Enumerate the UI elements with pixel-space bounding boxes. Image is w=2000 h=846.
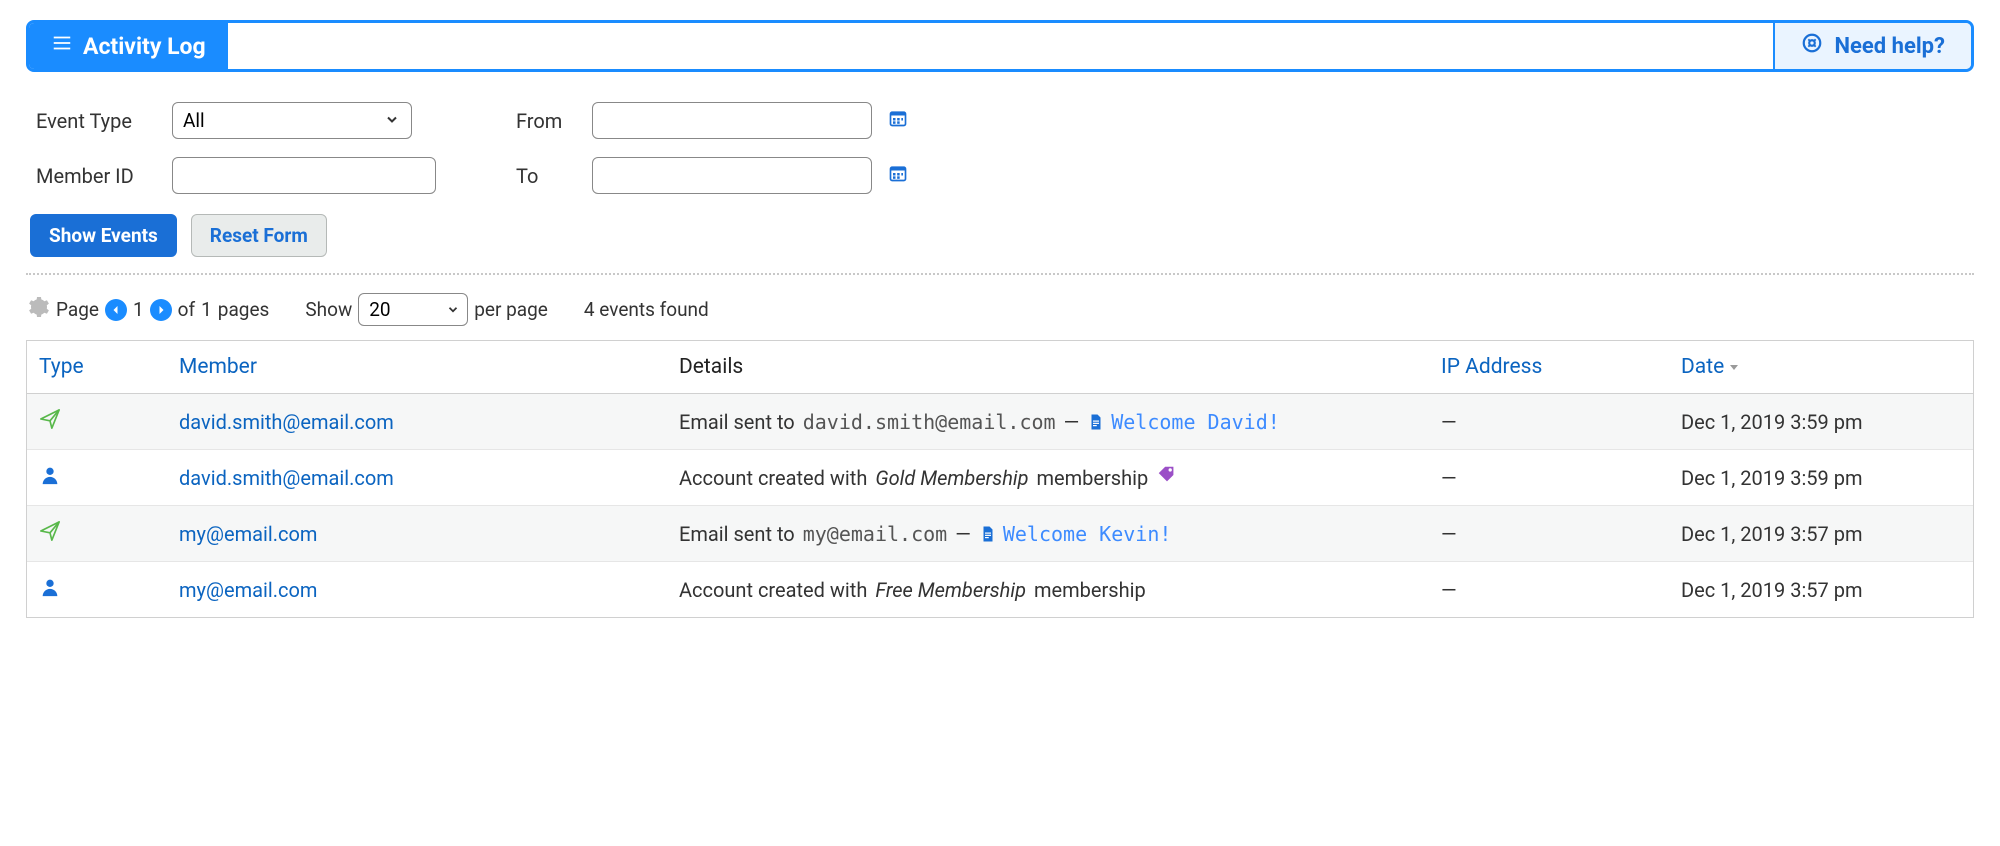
button-row: Show Events Reset Form <box>30 214 1974 257</box>
pages-of: of <box>178 298 195 321</box>
date-cell: Dec 1, 2019 3:57 pm <box>1681 578 1961 602</box>
details-cell: Email sent to david.smith@email.com — Welco… <box>679 410 1441 434</box>
detail-text: Account created with <box>679 466 867 490</box>
membership-name: Free Membership <box>875 578 1026 602</box>
page-title: Activity Log <box>83 33 206 60</box>
date-cell: Dec 1, 2019 3:57 pm <box>1681 522 1961 546</box>
table-row: my@email.comEmail sent tomy@email.com—We… <box>27 505 1973 561</box>
reset-form-button[interactable]: Reset Form <box>191 214 327 257</box>
email-subject-link[interactable]: Welcome Kevin! <box>979 522 1172 546</box>
per-page-select[interactable]: 20 <box>358 293 468 326</box>
help-button[interactable]: Need help? <box>1773 23 1971 69</box>
detail-text: Email sent to <box>679 410 795 434</box>
email-address: my@email.com <box>803 522 948 546</box>
ip-cell: — <box>1441 522 1681 546</box>
details-cell: Email sent to my@email.com — Welcome Kevin! <box>679 522 1441 546</box>
tag-icon <box>1156 464 1178 491</box>
header-spacer <box>228 23 1773 69</box>
page-word: Page <box>56 298 99 321</box>
details-cell: Account created with Gold Membership mem… <box>679 464 1441 491</box>
member-id-input[interactable] <box>172 157 436 194</box>
email-subject-link[interactable]: Welcome David! <box>1087 410 1280 434</box>
to-date-input[interactable] <box>592 157 872 194</box>
col-member[interactable]: Member <box>179 355 679 379</box>
email-address: david.smith@email.com <box>803 410 1056 434</box>
col-date[interactable]: Date <box>1681 355 1961 379</box>
member-link[interactable]: my@email.com <box>179 522 679 546</box>
table-row: my@email.comAccount created with Free Me… <box>27 561 1973 617</box>
help-label: Need help? <box>1835 34 1945 59</box>
send-icon <box>39 408 179 435</box>
date-cell: Dec 1, 2019 3:59 pm <box>1681 410 1961 434</box>
pages-total: 1 <box>201 298 212 321</box>
date-cell: Dec 1, 2019 3:59 pm <box>1681 466 1961 490</box>
to-label: To <box>516 164 576 188</box>
member-link[interactable]: my@email.com <box>179 578 679 602</box>
member-link[interactable]: david.smith@email.com <box>179 466 679 490</box>
pager-row: Page 1 of 1 pages Show 20 per page 4 eve… <box>26 293 1974 326</box>
pages-word: pages <box>218 298 270 321</box>
event-type-select[interactable]: All <box>172 102 412 139</box>
found-text: 4 events found <box>584 298 709 321</box>
activity-table: Type Member Details IP Address Date davi… <box>26 340 1974 618</box>
gear-icon[interactable] <box>26 295 50 324</box>
divider <box>26 273 1974 275</box>
user-icon <box>39 464 179 491</box>
list-icon <box>51 32 73 60</box>
table-row: david.smith@email.comAccount created wit… <box>27 449 1973 505</box>
ip-cell: — <box>1441 410 1681 434</box>
detail-text: Account created with <box>679 578 867 602</box>
col-details: Details <box>679 355 1441 379</box>
detail-text: Email sent to <box>679 522 795 546</box>
col-type[interactable]: Type <box>39 355 179 379</box>
send-icon <box>39 520 179 547</box>
from-date-input[interactable] <box>592 102 872 139</box>
user-icon <box>39 576 179 603</box>
page-current: 1 <box>133 298 144 321</box>
tab-activity-log[interactable]: Activity Log <box>29 23 228 69</box>
detail-text: membership <box>1037 466 1149 490</box>
sort-desc-icon <box>1724 355 1740 379</box>
col-ip[interactable]: IP Address <box>1441 355 1681 379</box>
from-label: From <box>516 109 576 133</box>
header-bar: Activity Log Need help? <box>26 20 1974 72</box>
calendar-icon[interactable] <box>888 163 908 188</box>
membership-name: Gold Membership <box>875 466 1028 490</box>
per-page-word: per page <box>474 298 548 321</box>
page-prev-button[interactable] <box>105 299 127 321</box>
separator: — <box>955 522 971 546</box>
detail-text: membership <box>1034 578 1146 602</box>
filter-form: Event Type All Member ID From To <box>36 102 1974 194</box>
help-icon <box>1801 32 1823 60</box>
table-row: david.smith@email.comEmail sent todavid.… <box>27 394 1973 449</box>
separator: — <box>1064 410 1080 434</box>
member-link[interactable]: david.smith@email.com <box>179 410 679 434</box>
details-cell: Account created with Free Membership mem… <box>679 578 1441 602</box>
page-next-button[interactable] <box>150 299 172 321</box>
event-type-label: Event Type <box>36 109 156 133</box>
ip-cell: — <box>1441 466 1681 490</box>
ip-cell: — <box>1441 578 1681 602</box>
calendar-icon[interactable] <box>888 108 908 133</box>
table-header: Type Member Details IP Address Date <box>27 341 1973 394</box>
show-word: Show <box>305 298 352 321</box>
show-events-button[interactable]: Show Events <box>30 214 177 257</box>
member-id-label: Member ID <box>36 164 156 188</box>
